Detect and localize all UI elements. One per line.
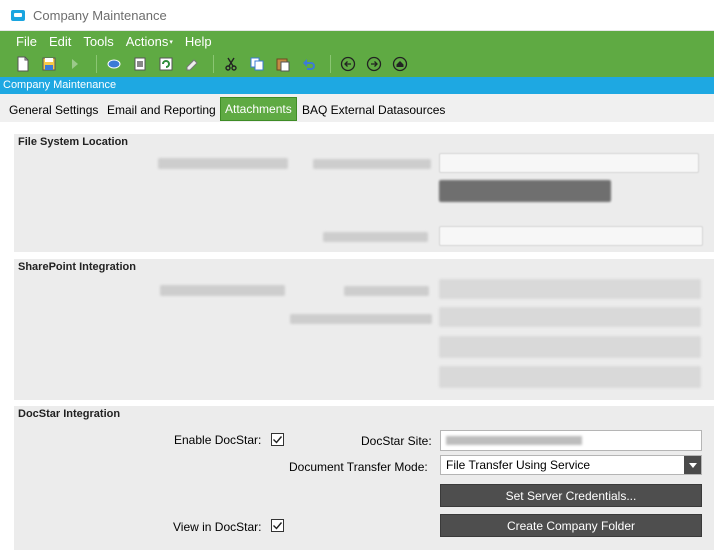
file-system-location-group: File System Location (14, 134, 714, 252)
toolbar (0, 51, 714, 77)
redacted-select[interactable] (439, 226, 703, 246)
menu-actions[interactable]: Actions▾ (120, 34, 179, 49)
docstar-site-input[interactable] (440, 430, 702, 451)
redacted-label (313, 159, 431, 169)
tab-content: File System Location SharePoint Integrat… (0, 122, 714, 550)
menu-help[interactable]: Help (179, 34, 218, 49)
docstar-site-label: DocStar Site: (361, 434, 432, 448)
group-title: SharePoint Integration (18, 261, 136, 273)
view-in-docstar-checkbox[interactable] (271, 519, 284, 532)
paste-icon[interactable] (272, 53, 294, 75)
menu-bar: File Edit Tools Actions▾ Help (0, 31, 714, 51)
enable-docstar-checkbox[interactable] (271, 433, 284, 446)
set-server-credentials-button[interactable]: Set Server Credentials... (440, 484, 702, 507)
toolbar-separator (96, 55, 97, 73)
tab-bar: General Settings Email and Reporting Att… (0, 96, 714, 122)
redacted-button[interactable] (439, 336, 701, 358)
home-icon[interactable] (389, 53, 411, 75)
tab-baq-external-datasources[interactable]: BAQ External Datasources (302, 99, 445, 121)
undo-icon[interactable] (298, 53, 320, 75)
redacted-label (344, 286, 429, 296)
create-company-folder-button[interactable]: Create Company Folder (440, 514, 702, 537)
back-arrow-icon[interactable] (337, 53, 359, 75)
attach-icon[interactable] (103, 53, 125, 75)
dropdown-arrow-icon[interactable] (684, 456, 701, 474)
view-in-docstar-label: View in DocStar: (173, 520, 262, 534)
toolbar-separator (330, 55, 331, 73)
menu-edit[interactable]: Edit (43, 34, 77, 49)
redacted-label (158, 158, 288, 169)
group-title: File System Location (18, 136, 129, 148)
checkmark-icon (273, 436, 283, 444)
cut-icon[interactable] (220, 53, 242, 75)
tab-general-settings[interactable]: General Settings (9, 99, 98, 121)
redacted-label (290, 314, 432, 324)
enable-docstar-label: Enable DocStar: (174, 433, 262, 447)
window-title: Company Maintenance (33, 7, 167, 23)
save-icon[interactable] (38, 53, 60, 75)
docstar-integration-group: DocStar Integration Enable DocStar: DocS… (14, 406, 714, 550)
menu-actions-label: Actions (125, 33, 169, 49)
tab-attachments[interactable]: Attachments (220, 97, 297, 121)
redacted-select[interactable] (439, 307, 701, 327)
menu-tools[interactable]: Tools (77, 34, 119, 49)
print-icon[interactable] (129, 53, 151, 75)
redacted-value (446, 436, 582, 446)
forward-icon[interactable] (64, 53, 86, 75)
chevron-down-icon: ▾ (169, 38, 173, 46)
toolbar-separator (213, 55, 214, 73)
redacted-button[interactable] (439, 366, 701, 388)
redacted-field[interactable] (439, 153, 699, 173)
copy-icon[interactable] (246, 53, 268, 75)
new-icon[interactable] (12, 53, 34, 75)
document-transfer-mode-select[interactable]: File Transfer Using Service (440, 455, 702, 475)
redacted-button[interactable] (439, 180, 611, 202)
document-transfer-mode-label: Document Transfer Mode: (289, 460, 428, 474)
window-titlebar: Company Maintenance (0, 0, 714, 31)
group-title: DocStar Integration (18, 408, 121, 420)
form-title-strip: Company Maintenance (0, 77, 714, 94)
document-transfer-mode-value: File Transfer Using Service (446, 458, 591, 472)
redacted-label (160, 285, 285, 296)
redacted-label (323, 232, 428, 242)
menu-file[interactable]: File (10, 34, 43, 49)
tab-email-and-reporting[interactable]: Email and Reporting (107, 99, 216, 121)
app-icon (11, 9, 25, 21)
clear-icon[interactable] (181, 53, 203, 75)
refresh-icon[interactable] (155, 53, 177, 75)
sharepoint-integration-group: SharePoint Integration (14, 259, 714, 400)
checkmark-icon (273, 522, 283, 530)
forward-arrow-icon[interactable] (363, 53, 385, 75)
redacted-field[interactable] (439, 279, 701, 299)
